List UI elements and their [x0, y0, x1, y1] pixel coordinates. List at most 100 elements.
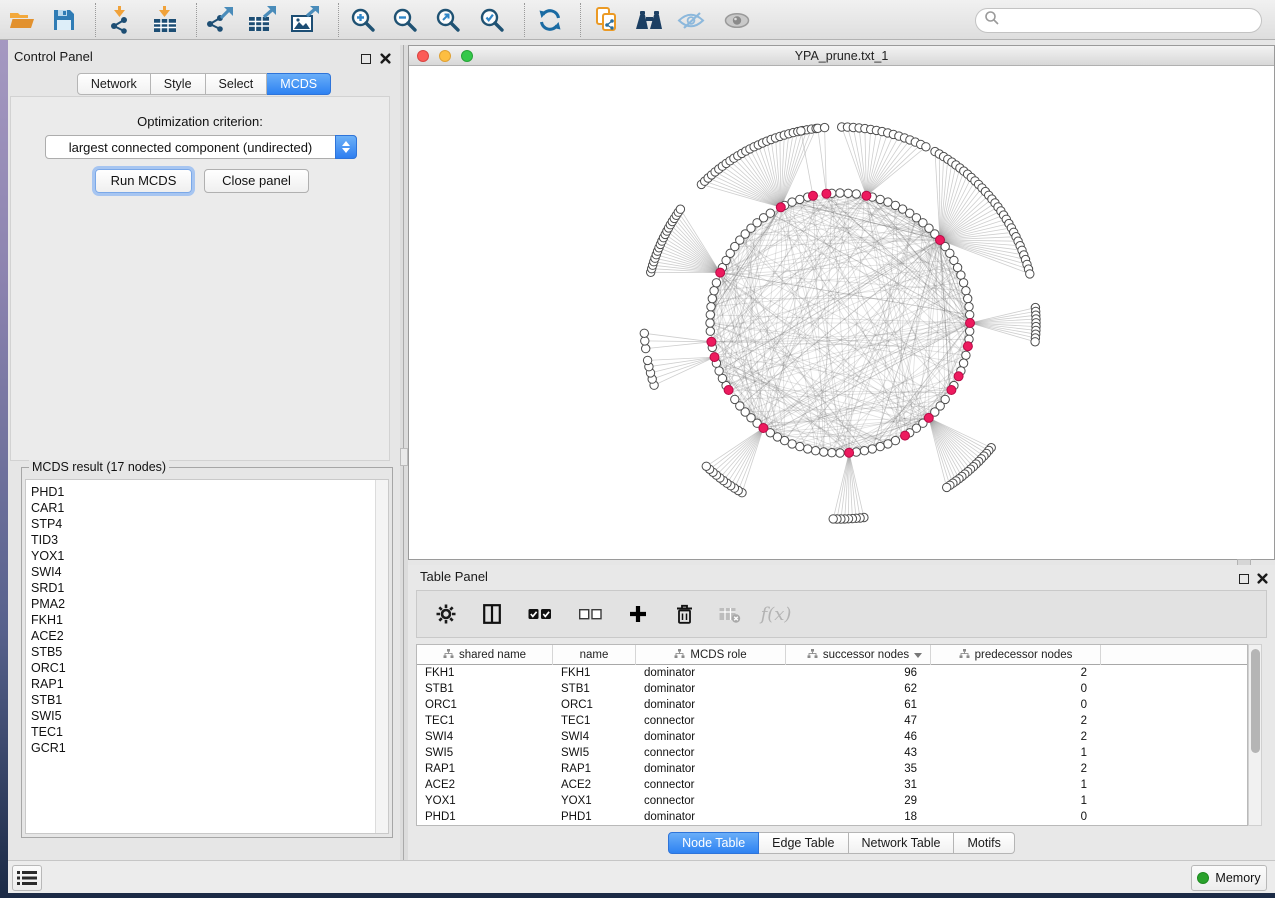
- network-node[interactable]: [707, 303, 715, 311]
- network-node[interactable]: [884, 440, 892, 448]
- mcds-result-item[interactable]: PMA2: [31, 596, 66, 612]
- mcds-result-item[interactable]: STB1: [31, 692, 66, 708]
- network-node[interactable]: [959, 359, 967, 367]
- network-node[interactable]: [964, 294, 972, 302]
- hide-selected-eye-icon[interactable]: [675, 4, 707, 36]
- network-leaf-node[interactable]: [640, 329, 648, 337]
- mcds-hub-node[interactable]: [776, 203, 785, 212]
- export-table-icon[interactable]: [246, 4, 278, 36]
- network-node[interactable]: [796, 442, 804, 450]
- mcds-hub-node[interactable]: [845, 448, 854, 457]
- network-leaf-node[interactable]: [1031, 338, 1039, 346]
- network-node[interactable]: [957, 271, 965, 279]
- mcds-result-item[interactable]: GCR1: [31, 740, 66, 756]
- mcds-hub-node[interactable]: [707, 337, 716, 346]
- network-node[interactable]: [708, 294, 716, 302]
- zoom-fit-icon[interactable]: [432, 4, 464, 36]
- network-node[interactable]: [731, 395, 739, 403]
- deselect-all-icon[interactable]: [575, 601, 605, 627]
- network-node[interactable]: [811, 447, 819, 455]
- column-header-predecessor-nodes[interactable]: predecessor nodes: [931, 645, 1101, 665]
- network-node[interactable]: [852, 190, 860, 198]
- panel-splitter[interactable]: [400, 45, 408, 860]
- mcds-result-item[interactable]: CAR1: [31, 500, 66, 516]
- mcds-hub-node[interactable]: [822, 189, 831, 198]
- network-canvas[interactable]: [409, 66, 1274, 559]
- mcds-result-item[interactable]: PHD1: [31, 484, 66, 500]
- mcds-result-item[interactable]: SWI5: [31, 708, 66, 724]
- network-leaf-node[interactable]: [702, 462, 710, 470]
- binoculars-icon[interactable]: [633, 4, 665, 36]
- splitter-grip[interactable]: [400, 448, 408, 466]
- select-all-icon[interactable]: [525, 601, 555, 627]
- close-panel-button[interactable]: Close panel: [204, 169, 309, 193]
- network-node[interactable]: [715, 367, 723, 375]
- mcds-result-item[interactable]: STB5: [31, 644, 66, 660]
- tab-select[interactable]: Select: [206, 73, 268, 95]
- network-leaf-node[interactable]: [643, 356, 651, 364]
- table-row[interactable]: FKH1FKH1dominator962: [417, 665, 1247, 681]
- mcds-result-item[interactable]: STP4: [31, 516, 66, 532]
- network-node[interactable]: [828, 449, 836, 457]
- mcds-result-item[interactable]: SWI4: [31, 564, 66, 580]
- refresh-icon[interactable]: [534, 4, 566, 36]
- network-node[interactable]: [962, 351, 970, 359]
- table-scrollbar[interactable]: [1248, 644, 1262, 826]
- save-session-icon[interactable]: [48, 4, 80, 36]
- mcds-hub-node[interactable]: [809, 191, 818, 200]
- network-node[interactable]: [712, 279, 720, 287]
- mcds-hub-node[interactable]: [947, 386, 956, 395]
- network-node[interactable]: [796, 195, 804, 203]
- network-node[interactable]: [766, 209, 774, 217]
- mcds-hub-node[interactable]: [954, 372, 963, 381]
- table-row[interactable]: PHD1PHD1dominator180: [417, 809, 1247, 825]
- network-node[interactable]: [965, 303, 973, 311]
- network-node[interactable]: [706, 327, 714, 335]
- mcds-hub-node[interactable]: [966, 319, 975, 328]
- network-leaf-node[interactable]: [1026, 270, 1034, 278]
- zoom-in-icon[interactable]: [347, 4, 379, 36]
- tab-motifs[interactable]: Motifs: [954, 832, 1014, 854]
- zoom-selected-icon[interactable]: [476, 4, 508, 36]
- network-node[interactable]: [836, 449, 844, 457]
- column-header-name[interactable]: name: [553, 645, 636, 665]
- column-panel-icon[interactable]: [479, 601, 505, 627]
- column-header-shared-name[interactable]: shared name: [417, 645, 553, 665]
- network-node[interactable]: [868, 445, 876, 453]
- mcds-hub-node[interactable]: [759, 424, 768, 433]
- network-node[interactable]: [959, 279, 967, 287]
- network-leaf-node[interactable]: [820, 123, 828, 131]
- table-row[interactable]: YOX1YOX1connector291: [417, 793, 1247, 809]
- mcds-hub-node[interactable]: [963, 342, 972, 351]
- mcds-result-list[interactable]: PHD1CAR1STP4TID3YOX1SWI4SRD1PMA2FKH1ACE2…: [25, 479, 389, 834]
- network-node[interactable]: [820, 448, 828, 456]
- tab-style[interactable]: Style: [151, 73, 206, 95]
- close-panel-icon[interactable]: [380, 51, 391, 69]
- mcds-hub-node[interactable]: [936, 236, 945, 245]
- network-node[interactable]: [966, 327, 974, 335]
- network-leaf-node[interactable]: [829, 515, 837, 523]
- float-window-icon[interactable]: [361, 51, 371, 69]
- import-network-icon[interactable]: [104, 4, 136, 36]
- column-header-successor-nodes[interactable]: successor nodes: [786, 645, 931, 665]
- table-row[interactable]: SWI5SWI5connector431: [417, 745, 1247, 761]
- mcds-hub-node[interactable]: [724, 386, 733, 395]
- filter-caret-icon[interactable]: [914, 653, 922, 658]
- network-leaf-node[interactable]: [797, 127, 805, 135]
- optimization-criterion-select[interactable]: largest connected component (undirected): [45, 135, 357, 159]
- network-node[interactable]: [844, 189, 852, 197]
- table-scrollbar-thumb[interactable]: [1251, 649, 1260, 753]
- table-row[interactable]: RAP1RAP1dominator352: [417, 761, 1247, 777]
- mcds-result-item[interactable]: SRD1: [31, 580, 66, 596]
- table-row[interactable]: TEC1TEC1connector472: [417, 713, 1247, 729]
- network-leaf-node[interactable]: [943, 483, 951, 491]
- column-header-MCDS-role[interactable]: MCDS role: [636, 645, 786, 665]
- search-field[interactable]: [975, 8, 1262, 33]
- table-row[interactable]: SWI4SWI4dominator462: [417, 729, 1247, 745]
- open-file-icon[interactable]: [6, 4, 38, 36]
- network-node[interactable]: [836, 189, 844, 197]
- tab-network[interactable]: Network: [77, 73, 151, 95]
- search-input[interactable]: [1000, 14, 1261, 28]
- mcds-list-scrollbar[interactable]: [375, 480, 388, 833]
- mcds-hub-node[interactable]: [710, 353, 719, 362]
